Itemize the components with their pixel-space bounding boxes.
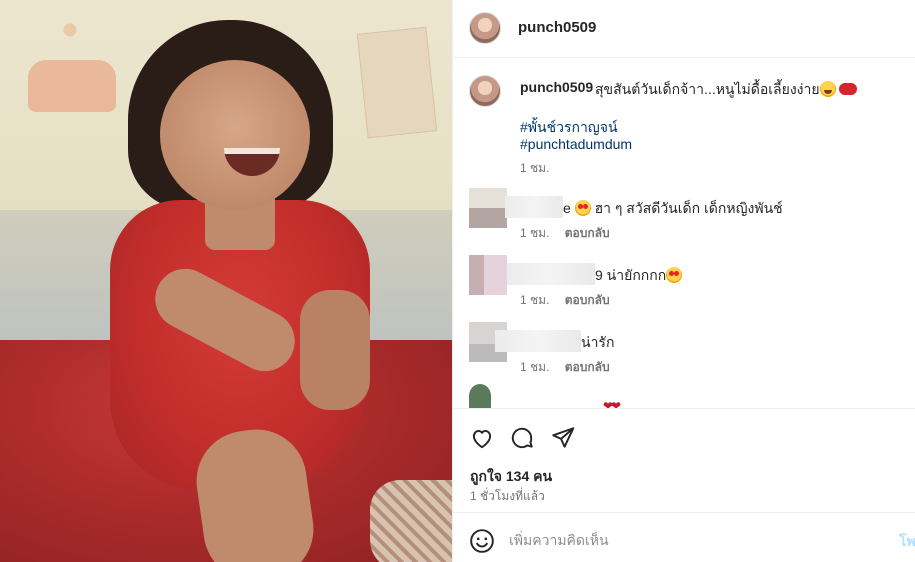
- lips-emoji-icon: [839, 83, 858, 95]
- post-actions: ถูกใจ 134 คน 1 ชั่วโมงที่แล้ว: [453, 408, 915, 512]
- comment-icon[interactable]: [509, 425, 535, 451]
- comment-time[interactable]: 1 ชม.: [520, 226, 549, 240]
- heart-icon[interactable]: [469, 425, 495, 451]
- emoji-picker-icon[interactable]: [469, 528, 495, 554]
- heart-eyes-emoji-icon: [666, 267, 683, 283]
- comment-meta: 1 ชม. ตอบกลับ: [520, 224, 610, 243]
- author-avatar[interactable]: [469, 12, 501, 44]
- partial-hearts-icon: ❤❤: [603, 399, 621, 408]
- comment-item: น่ารัก 1 ชม. ตอบกลับ: [453, 322, 915, 382]
- blurred-avatar[interactable]: [469, 255, 507, 295]
- author-username[interactable]: punch0509: [518, 19, 596, 36]
- photo-child-arm-right: [300, 290, 370, 410]
- hashtag-link[interactable]: #punchtadumdum: [520, 136, 632, 152]
- blurred-username[interactable]: [495, 330, 581, 352]
- post-side-panel: punch0509 punch0509 สุขสันต์วันเด็กจ้าา.…: [452, 0, 915, 562]
- caption-username[interactable]: punch0509: [520, 79, 593, 95]
- heart-eyes-emoji-icon: [574, 200, 591, 216]
- likes-count[interactable]: ถูกใจ 134 คน: [470, 466, 552, 488]
- reply-button[interactable]: ตอบกลับ: [565, 360, 610, 374]
- caption-avatar[interactable]: [469, 75, 501, 107]
- comment-meta: 1 ชม. ตอบกลับ: [520, 358, 610, 377]
- partial-comment-avatar[interactable]: [469, 384, 491, 408]
- reply-button[interactable]: ตอบกลับ: [565, 293, 610, 307]
- photo-wallpaper-bus: [28, 60, 116, 112]
- caption-text: สุขสันต์วันเด็กจ้าา...หนูไม่ดื้อเลี้ยงง่…: [595, 79, 858, 101]
- comment-item: 9 น่ายักกกก 1 ชม. ตอบกลับ: [453, 255, 915, 315]
- post-header: punch0509: [453, 0, 915, 58]
- post-photo[interactable]: [0, 0, 452, 562]
- reply-button[interactable]: ตอบกลับ: [565, 226, 610, 240]
- caption-time[interactable]: 1 ชม.: [520, 159, 549, 178]
- blurred-avatar[interactable]: [469, 188, 507, 228]
- photo-pillow: [370, 480, 452, 562]
- post-comment-button[interactable]: โพสต์: [899, 531, 915, 553]
- comment-text: น่ารัก: [581, 334, 615, 350]
- comment-time[interactable]: 1 ชม.: [520, 293, 549, 307]
- comments-list[interactable]: punch0509 สุขสันต์วันเด็กจ้าา...หนูไม่ดื…: [453, 58, 915, 408]
- comment-text: 9 น่ายักกกก: [595, 265, 683, 287]
- comment-time[interactable]: 1 ชม.: [520, 360, 549, 374]
- photo-paper-patch: [356, 26, 438, 139]
- comment-item: e ฮา ๆ สวัสดีวันเด็ก เด็กหญิงพันช์ 1 ชม.…: [453, 188, 915, 248]
- comment-meta: 1 ชม. ตอบกลับ: [520, 291, 610, 310]
- post-timestamp[interactable]: 1 ชั่วโมงที่แล้ว: [470, 487, 545, 506]
- blurred-username[interactable]: [507, 263, 595, 285]
- photo-child-face: [160, 60, 310, 210]
- comment-composer: โพสต์: [453, 512, 915, 562]
- grin-emoji-icon: [819, 81, 836, 97]
- blurred-username[interactable]: [505, 196, 563, 218]
- comment-input[interactable]: [509, 527, 869, 553]
- comment-text: e ฮา ๆ สวัสดีวันเด็ก เด็กหญิงพันช์: [563, 200, 783, 216]
- share-icon[interactable]: [550, 425, 576, 451]
